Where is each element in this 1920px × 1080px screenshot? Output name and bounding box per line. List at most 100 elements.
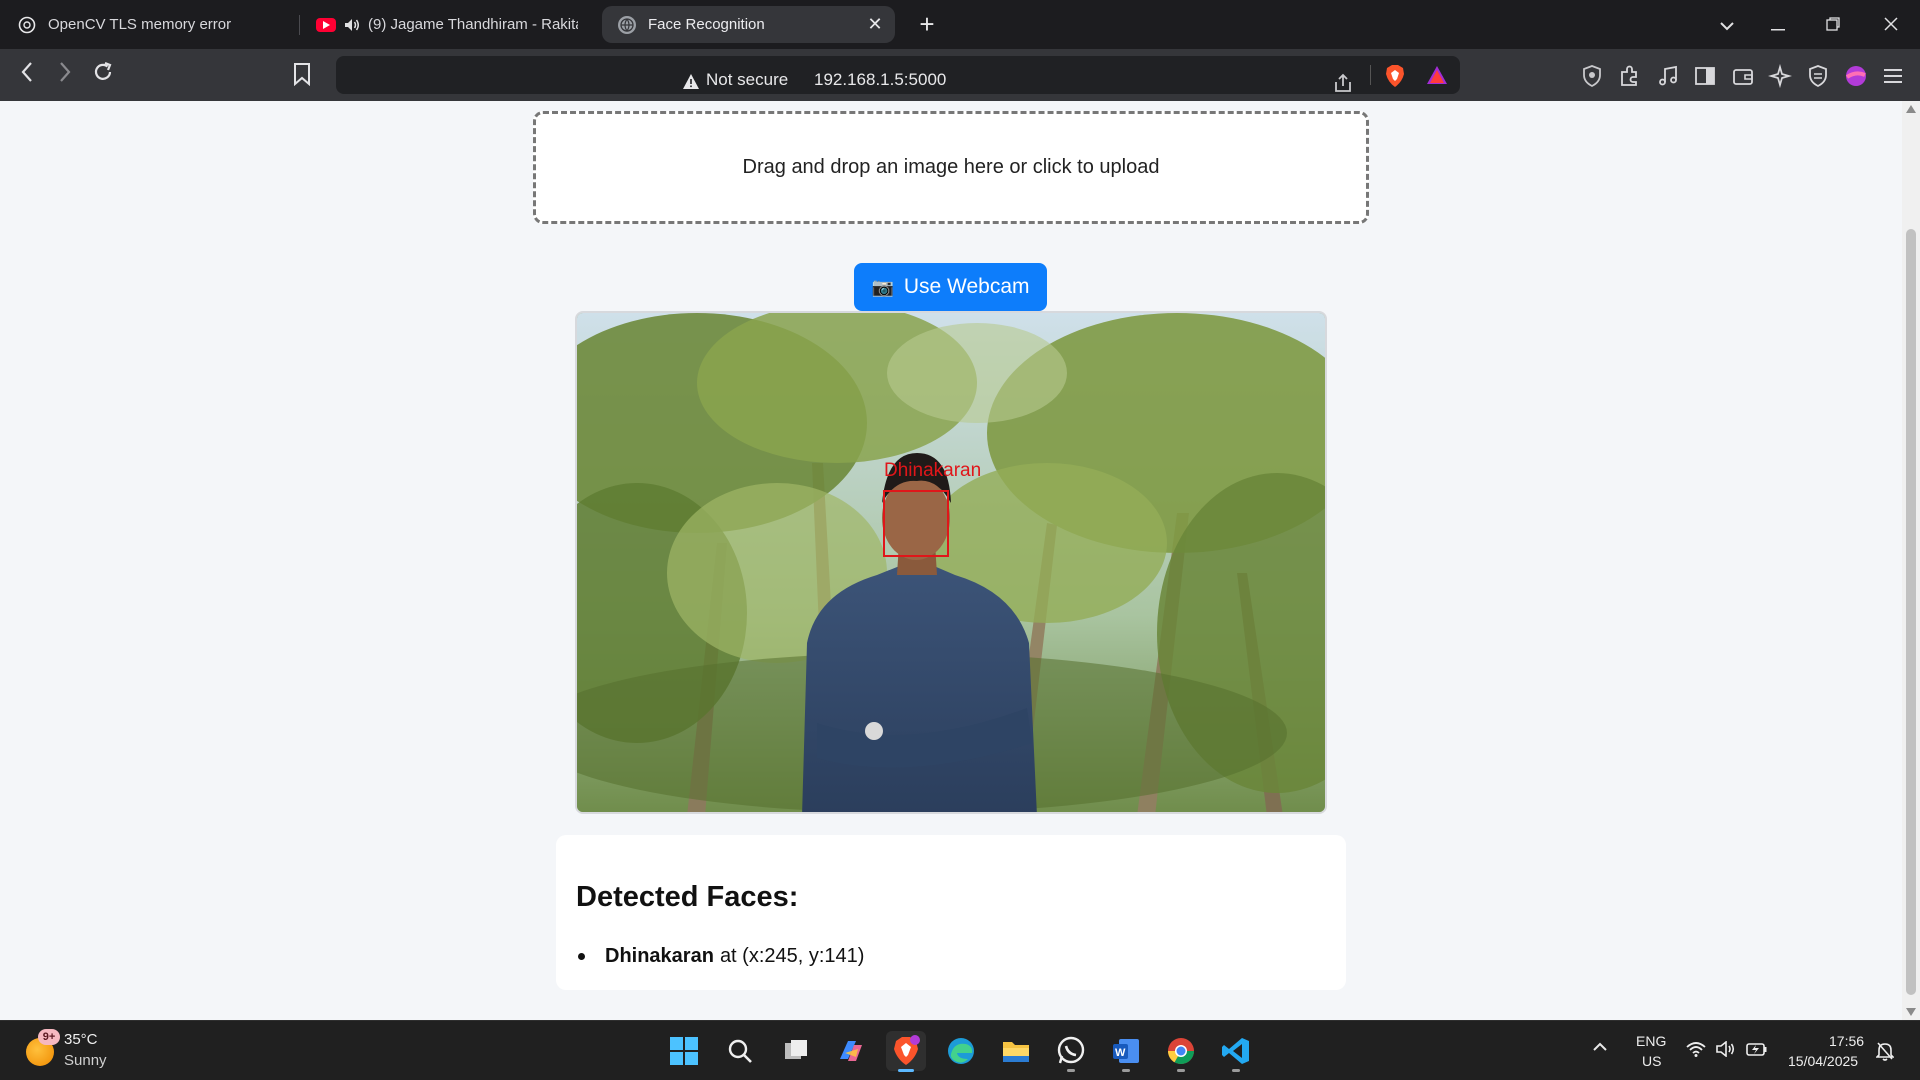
edge-icon [948,1038,974,1064]
running-indicator [1067,1069,1075,1072]
back-button[interactable] [12,61,42,91]
wallet-icon[interactable] [1731,64,1755,88]
brave-icon [894,1035,920,1065]
copilot-icon [840,1041,862,1061]
weather-condition: Sunny [64,1052,107,1069]
globe-icon [618,15,636,34]
profile-avatar-icon[interactable] [1844,64,1868,88]
tab-opencv-tls[interactable]: OpenCV TLS memory error [18,6,288,43]
menu-hamburger-icon[interactable] [1881,64,1905,88]
restore-button[interactable] [1818,10,1848,40]
wifi-icon[interactable] [1686,1041,1706,1060]
start-button[interactable] [664,1031,704,1071]
bookmark-icon[interactable] [292,62,318,88]
whatsapp-icon [1057,1036,1085,1064]
copilot-button[interactable] [831,1031,871,1071]
use-webcam-button[interactable]: 📷 Use Webcam [854,263,1047,311]
upload-dropzone[interactable]: Drag and drop an image here or click to … [533,111,1369,224]
input-region[interactable]: US [1642,1053,1661,1069]
clock-time[interactable]: 17:56 [1829,1033,1864,1049]
tab-title: Face Recognition [648,16,765,33]
forward-button[interactable] [50,61,80,91]
close-tab-icon[interactable]: ✕ [865,14,885,34]
page-scrollbar[interactable] [1902,101,1920,1020]
face-name: Dhinakaran [605,945,714,967]
warning-icon[interactable] [682,73,700,90]
volume-icon[interactable] [1716,1040,1736,1060]
face-position: at (x:245, y:141) [719,945,865,967]
camera-icon: 📷 [871,276,894,297]
search-icon [728,1039,752,1063]
task-view-button[interactable] [776,1031,816,1071]
face-detection-label: Dhinakaran [884,460,982,481]
close-window-button[interactable] [1876,10,1906,40]
word-icon: W [1113,1039,1139,1063]
detected-faces-heading: Detected Faces: [576,881,799,913]
weather-temperature: 35°C [64,1031,98,1048]
speaker-icon[interactable] [344,18,360,32]
leo-ai-icon[interactable] [1767,63,1793,89]
omnibox-divider [1370,65,1371,85]
scrollbar-thumb[interactable] [1906,229,1916,995]
list-item: Dhinakaran at (x:245, y:141) [576,945,864,968]
weather-badge: 9+ [38,1029,60,1045]
browser-tab-strip: OpenCV TLS memory error (9) Jagame Thand… [0,0,1920,49]
url-text[interactable]: 192.168.1.5:5000 [814,70,946,90]
folder-icon [1003,1042,1029,1062]
dropzone-text: Drag and drop an image here or click to … [742,156,1160,178]
reload-button[interactable] [88,61,118,91]
new-tab-button[interactable]: + [912,9,942,39]
chatgpt-icon [18,16,36,34]
share-icon[interactable] [1332,72,1354,94]
youtube-icon [316,17,336,32]
input-language[interactable]: ENG [1636,1033,1666,1049]
taskbar-chrome-button[interactable] [1161,1031,1201,1072]
running-indicator [1177,1069,1185,1072]
scroll-down-arrow-icon[interactable] [1906,1008,1916,1016]
battery-icon[interactable] [1746,1041,1768,1060]
chrome-icon [1167,1038,1195,1065]
security-status[interactable]: Not secure [706,70,788,90]
windows-taskbar: 9+ 35°C Sunny W ENG US 17:56 15/04/2025 [0,1020,1920,1080]
extensions-icon[interactable] [1618,64,1642,88]
notification-bell-icon[interactable] [1875,1041,1895,1064]
tab-title: (9) Jagame Thandhiram - Rakita [368,16,578,33]
media-music-icon[interactable] [1656,64,1680,88]
uploaded-photo: Dhinakaran [575,311,1327,814]
detected-faces-list: Dhinakaran at (x:245, y:141) [576,945,864,968]
tab-divider [299,15,300,35]
photo-illustration [577,313,1325,812]
vpn-icon[interactable] [1806,64,1830,88]
running-indicator [1122,1069,1130,1072]
browser-toolbar: Not secure 192.168.1.5:5000 [0,49,1920,101]
brave-shields-icon[interactable] [1384,64,1406,87]
sidebar-toggle-icon[interactable] [1693,64,1717,88]
taskbar-search-button[interactable] [720,1031,760,1071]
taskbar-file-explorer-button[interactable] [996,1031,1036,1071]
page-viewport: Drag and drop an image here or click to … [0,101,1902,1020]
tab-youtube[interactable]: (9) Jagame Thandhiram - Rakita [316,6,578,43]
vpn-shield-icon[interactable] [1580,64,1604,88]
face-detection-box [883,490,949,557]
detected-faces-panel: Detected Faces: Dhinakaran at (x:245, y:… [556,835,1346,990]
taskbar-edge-button[interactable] [941,1031,981,1071]
address-bar[interactable]: Not secure 192.168.1.5:5000 [336,56,1460,94]
minimize-button[interactable] [1763,10,1793,40]
active-indicator [898,1069,914,1072]
tab-search-chevron-icon[interactable] [1712,10,1742,40]
taskbar-vscode-button[interactable] [1216,1031,1256,1072]
bullet [578,953,585,960]
brave-rewards-icon[interactable] [1426,64,1448,86]
clock-date[interactable]: 15/04/2025 [1788,1053,1858,1069]
webcam-button-label: Use Webcam [903,275,1030,298]
tab-title: OpenCV TLS memory error [48,16,232,33]
running-indicator [1232,1069,1240,1072]
scroll-up-arrow-icon[interactable] [1906,105,1916,113]
show-hidden-icons-chevron-icon[interactable] [1592,1039,1608,1055]
taskbar-word-button[interactable]: W [1106,1031,1146,1072]
taskbar-whatsapp-button[interactable] [1051,1031,1091,1072]
vscode-icon [1222,1038,1249,1064]
taskbar-brave-button[interactable] [886,1031,926,1072]
tab-face-recognition[interactable]: Face Recognition ✕ [602,6,895,43]
svg-text:W: W [1115,1047,1126,1059]
